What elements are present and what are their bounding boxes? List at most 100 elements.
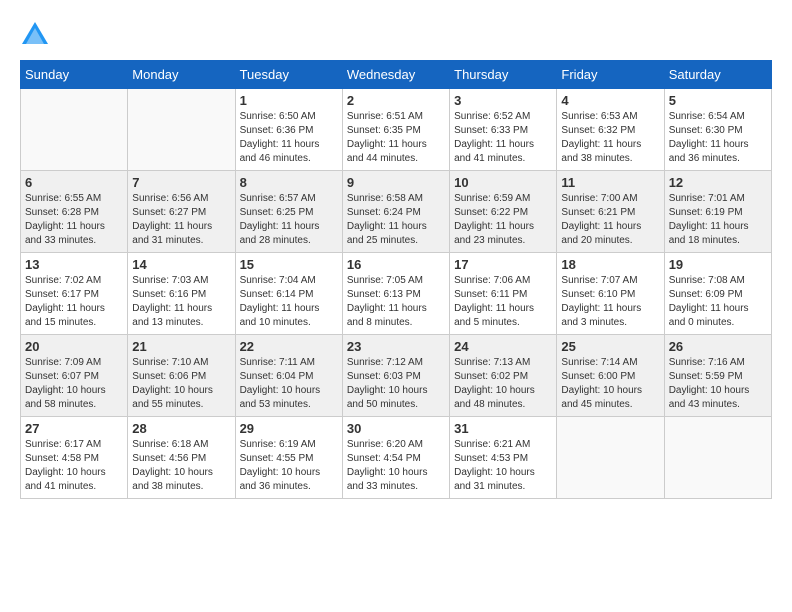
logo-icon	[20, 20, 50, 50]
day-number: 11	[561, 175, 659, 190]
calendar-day-cell: 10 Sunrise: 6:59 AMSunset: 6:22 PMDayligh…	[450, 171, 557, 253]
day-info: Sunrise: 7:06 AMSunset: 6:11 PMDaylight:…	[454, 274, 552, 330]
day-info: Sunrise: 6:57 AMSunset: 6:25 PMDaylight:…	[240, 192, 338, 248]
calendar-day-cell	[557, 417, 664, 499]
day-number: 9	[347, 175, 445, 190]
calendar-day-cell: 6 Sunrise: 6:55 AMSunset: 6:28 PMDaylight…	[21, 171, 128, 253]
calendar-day-cell: 22 Sunrise: 7:11 AMSunset: 6:04 PMDayligh…	[235, 335, 342, 417]
day-number: 19	[669, 257, 767, 272]
day-info: Sunrise: 6:54 AMSunset: 6:30 PMDaylight:…	[669, 110, 767, 166]
day-number: 12	[669, 175, 767, 190]
calendar-day-cell: 9 Sunrise: 6:58 AMSunset: 6:24 PMDaylight…	[342, 171, 449, 253]
day-info: Sunrise: 6:52 AMSunset: 6:33 PMDaylight:…	[454, 110, 552, 166]
calendar-day-cell: 15Sunrise: 7:04 AMSunset: 6:14 PMDayligh…	[235, 253, 342, 335]
day-info: Sunrise: 6:21 AMSunset: 4:53 PMDaylight:…	[454, 438, 552, 494]
calendar-day-cell	[664, 417, 771, 499]
day-number: 25	[561, 339, 659, 354]
day-info: Sunrise: 7:00 AMSunset: 6:21 PMDaylight:…	[561, 192, 659, 248]
day-number: 4	[561, 93, 659, 108]
calendar-week-row: 13 Sunrise: 7:02 AMSunset: 6:17 PMDayligh…	[21, 253, 772, 335]
day-number: 20	[25, 339, 123, 354]
calendar-day-cell	[128, 89, 235, 171]
weekday-header: Thursday	[450, 61, 557, 89]
weekday-header: Sunday	[21, 61, 128, 89]
day-info: Sunrise: 7:12 AMSunset: 6:03 PMDaylight:…	[347, 356, 445, 412]
day-info: Sunrise: 6:50 AMSunset: 6:36 PMDaylight:…	[240, 110, 338, 166]
day-info: Sunrise: 6:20 AMSunset: 4:54 PMDaylight:…	[347, 438, 445, 494]
day-info: Sunrise: 7:08 AMSunset: 6:09 PMDaylight:…	[669, 274, 767, 330]
calendar-day-cell: 8 Sunrise: 6:57 AMSunset: 6:25 PMDaylight…	[235, 171, 342, 253]
weekday-header: Wednesday	[342, 61, 449, 89]
calendar-week-row: 6 Sunrise: 6:55 AMSunset: 6:28 PMDaylight…	[21, 171, 772, 253]
day-info: Sunrise: 6:55 AMSunset: 6:28 PMDaylight:…	[25, 192, 123, 248]
day-info: Sunrise: 6:56 AMSunset: 6:27 PMDaylight:…	[132, 192, 230, 248]
calendar-day-cell: 19 Sunrise: 7:08 AMSunset: 6:09 PMDayligh…	[664, 253, 771, 335]
day-info: Sunrise: 6:58 AMSunset: 6:24 PMDaylight:…	[347, 192, 445, 248]
calendar-day-cell	[21, 89, 128, 171]
day-number: 22	[240, 339, 338, 354]
day-number: 31	[454, 421, 552, 436]
calendar-week-row: 27 Sunrise: 6:17 AMSunset: 4:58 PMDayligh…	[21, 417, 772, 499]
calendar-day-cell: 2 Sunrise: 6:51 AMSunset: 6:35 PMDaylight…	[342, 89, 449, 171]
calendar-table: SundayMondayTuesdayWednesdayThursdayFrid…	[20, 60, 772, 499]
day-number: 13	[25, 257, 123, 272]
calendar-week-row: 20 Sunrise: 7:09 AMSunset: 6:07 PMDayligh…	[21, 335, 772, 417]
calendar-day-cell: 1 Sunrise: 6:50 AMSunset: 6:36 PMDaylight…	[235, 89, 342, 171]
day-number: 10	[454, 175, 552, 190]
day-info: Sunrise: 6:59 AMSunset: 6:22 PMDaylight:…	[454, 192, 552, 248]
calendar-day-cell: 21 Sunrise: 7:10 AMSunset: 6:06 PMDayligh…	[128, 335, 235, 417]
weekday-header: Friday	[557, 61, 664, 89]
day-number: 1	[240, 93, 338, 108]
day-number: 8	[240, 175, 338, 190]
day-number: 17	[454, 257, 552, 272]
calendar-week-row: 1 Sunrise: 6:50 AMSunset: 6:36 PMDaylight…	[21, 89, 772, 171]
day-info: Sunrise: 7:11 AMSunset: 6:04 PMDaylight:…	[240, 356, 338, 412]
weekday-header: Monday	[128, 61, 235, 89]
calendar-day-cell: 12 Sunrise: 7:01 AMSunset: 6:19 PMDayligh…	[664, 171, 771, 253]
calendar-day-cell: 18Sunrise: 7:07 AMSunset: 6:10 PMDayligh…	[557, 253, 664, 335]
day-number: 6	[25, 175, 123, 190]
calendar-day-cell: 7 Sunrise: 6:56 AMSunset: 6:27 PMDaylight…	[128, 171, 235, 253]
day-info: Sunrise: 7:16 AMSunset: 5:59 PMDaylight:…	[669, 356, 767, 412]
day-number: 18	[561, 257, 659, 272]
page-header	[20, 20, 772, 50]
calendar-day-cell: 26Sunrise: 7:16 AMSunset: 5:59 PMDayligh…	[664, 335, 771, 417]
day-number: 7	[132, 175, 230, 190]
day-number: 30	[347, 421, 445, 436]
day-info: Sunrise: 7:04 AMSunset: 6:14 PMDaylight:…	[240, 274, 338, 330]
day-info: Sunrise: 7:09 AMSunset: 6:07 PMDaylight:…	[25, 356, 123, 412]
day-number: 16	[347, 257, 445, 272]
day-number: 3	[454, 93, 552, 108]
logo	[20, 20, 54, 50]
calendar-day-cell: 30 Sunrise: 6:20 AMSunset: 4:54 PMDayligh…	[342, 417, 449, 499]
calendar-day-cell: 25Sunrise: 7:14 AMSunset: 6:00 PMDayligh…	[557, 335, 664, 417]
day-number: 21	[132, 339, 230, 354]
calendar-day-cell: 13 Sunrise: 7:02 AMSunset: 6:17 PMDayligh…	[21, 253, 128, 335]
calendar-day-cell: 14Sunrise: 7:03 AMSunset: 6:16 PMDayligh…	[128, 253, 235, 335]
day-info: Sunrise: 7:13 AMSunset: 6:02 PMDaylight:…	[454, 356, 552, 412]
day-info: Sunrise: 6:51 AMSunset: 6:35 PMDaylight:…	[347, 110, 445, 166]
calendar-header-row: SundayMondayTuesdayWednesdayThursdayFrid…	[21, 61, 772, 89]
day-number: 29	[240, 421, 338, 436]
day-number: 27	[25, 421, 123, 436]
day-info: Sunrise: 6:18 AMSunset: 4:56 PMDaylight:…	[132, 438, 230, 494]
day-info: Sunrise: 7:02 AMSunset: 6:17 PMDaylight:…	[25, 274, 123, 330]
day-info: Sunrise: 6:53 AMSunset: 6:32 PMDaylight:…	[561, 110, 659, 166]
calendar-day-cell: 20 Sunrise: 7:09 AMSunset: 6:07 PMDayligh…	[21, 335, 128, 417]
calendar-day-cell: 4 Sunrise: 6:53 AMSunset: 6:32 PMDaylight…	[557, 89, 664, 171]
calendar-day-cell: 16 Sunrise: 7:05 AMSunset: 6:13 PMDayligh…	[342, 253, 449, 335]
day-info: Sunrise: 7:10 AMSunset: 6:06 PMDaylight:…	[132, 356, 230, 412]
calendar-day-cell: 3 Sunrise: 6:52 AMSunset: 6:33 PMDaylight…	[450, 89, 557, 171]
calendar-day-cell: 29 Sunrise: 6:19 AMSunset: 4:55 PMDayligh…	[235, 417, 342, 499]
day-info: Sunrise: 6:17 AMSunset: 4:58 PMDaylight:…	[25, 438, 123, 494]
calendar-day-cell: 11 Sunrise: 7:00 AMSunset: 6:21 PMDayligh…	[557, 171, 664, 253]
calendar-day-cell: 27 Sunrise: 6:17 AMSunset: 4:58 PMDayligh…	[21, 417, 128, 499]
weekday-header: Saturday	[664, 61, 771, 89]
calendar-day-cell: 23Sunrise: 7:12 AMSunset: 6:03 PMDayligh…	[342, 335, 449, 417]
calendar-day-cell: 24Sunrise: 7:13 AMSunset: 6:02 PMDayligh…	[450, 335, 557, 417]
day-info: Sunrise: 6:19 AMSunset: 4:55 PMDaylight:…	[240, 438, 338, 494]
day-info: Sunrise: 7:05 AMSunset: 6:13 PMDaylight:…	[347, 274, 445, 330]
calendar-day-cell: 5Sunrise: 6:54 AMSunset: 6:30 PMDaylight…	[664, 89, 771, 171]
day-info: Sunrise: 7:01 AMSunset: 6:19 PMDaylight:…	[669, 192, 767, 248]
day-number: 2	[347, 93, 445, 108]
